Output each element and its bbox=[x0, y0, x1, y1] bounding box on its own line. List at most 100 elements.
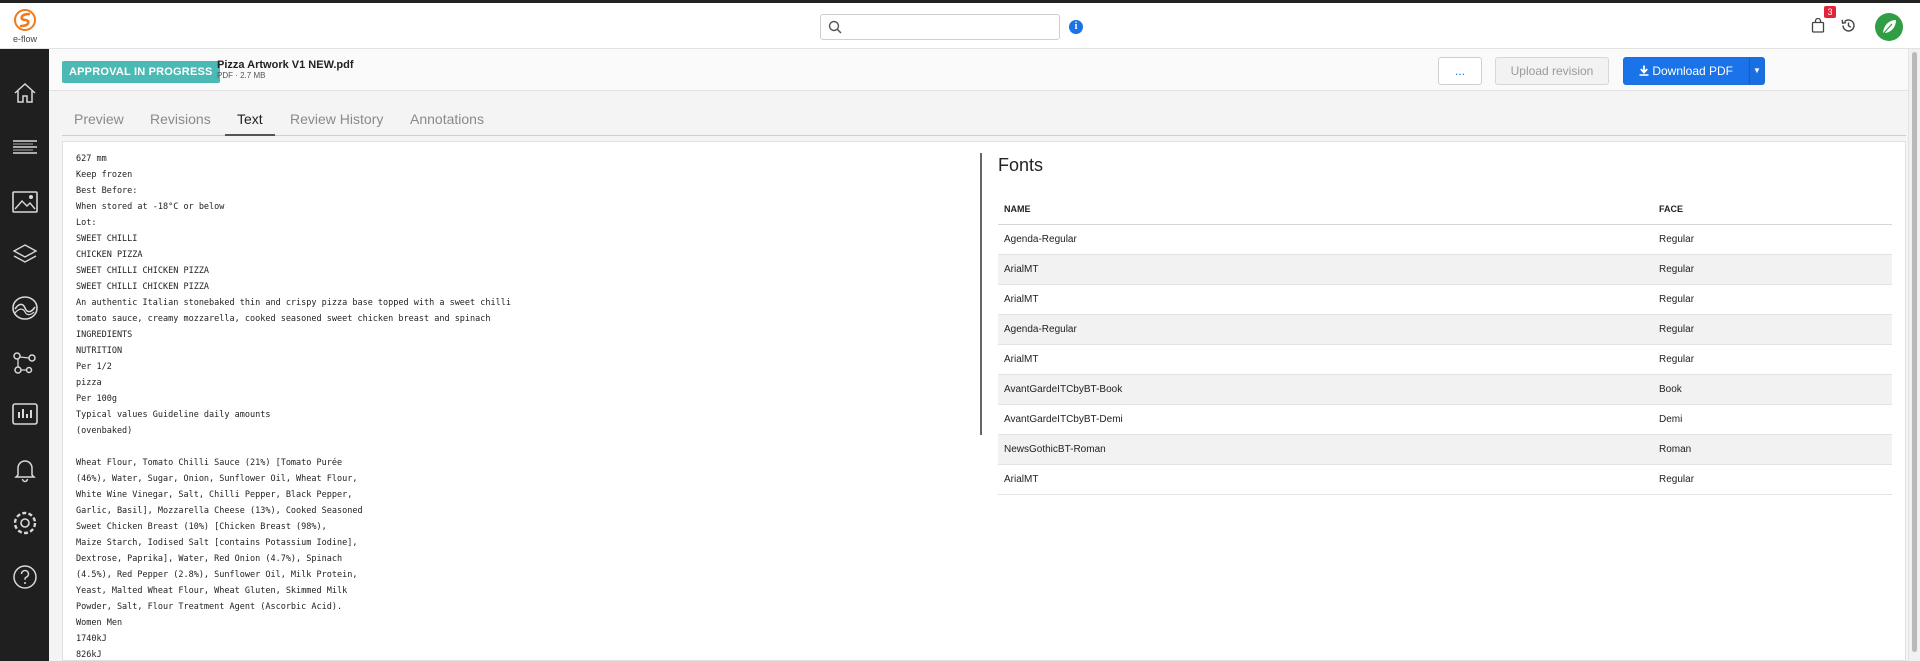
search-input[interactable] bbox=[849, 18, 1054, 36]
tab-preview[interactable]: Preview bbox=[74, 104, 124, 136]
cart-count-badge: 3 bbox=[1824, 6, 1836, 18]
font-face-cell: Regular bbox=[1653, 314, 1892, 345]
sidebar-item-tasks[interactable] bbox=[0, 127, 49, 167]
text-line: Dextrose, Paprika], Water, Red Onion (4.… bbox=[76, 554, 343, 564]
sidebar-item-artwork[interactable] bbox=[0, 182, 49, 222]
text-line: (ovenbaked) bbox=[76, 426, 133, 436]
font-name-cell: AvantGardeITCbyBT-Demi bbox=[998, 404, 1653, 435]
layers-icon bbox=[12, 244, 37, 263]
font-face-cell: Book bbox=[1653, 374, 1892, 405]
history-icon[interactable] bbox=[1840, 17, 1857, 34]
font-name-cell: ArialMT bbox=[998, 464, 1653, 495]
font-name-cell: Agenda-Regular bbox=[998, 224, 1653, 255]
sidebar-item-help[interactable] bbox=[0, 557, 49, 597]
text-line: SWEET CHILLI CHICKEN PIZZA bbox=[76, 282, 210, 292]
text-line: (46%), Water, Sugar, Onion, Sunflower Oi… bbox=[76, 474, 358, 484]
text-line: 1740kJ bbox=[76, 634, 107, 644]
table-row: ArialMT Regular bbox=[998, 344, 1892, 375]
font-face-cell: Demi bbox=[1653, 404, 1892, 435]
reports-icon bbox=[11, 403, 38, 425]
text-line: Maize Starch, Iodised Salt [contains Pot… bbox=[76, 538, 358, 548]
sidebar-item-notifications[interactable] bbox=[0, 450, 49, 490]
more-actions-button[interactable]: ... bbox=[1438, 57, 1482, 85]
table-row: Agenda-Regular Regular bbox=[998, 224, 1892, 255]
tab-revisions[interactable]: Revisions bbox=[150, 104, 211, 136]
panel-divider bbox=[980, 153, 982, 435]
text-line: tomato sauce, creamy mozzarella, cooked … bbox=[76, 314, 491, 324]
leaf-icon bbox=[1882, 20, 1896, 35]
tab-review-history[interactable]: Review History bbox=[290, 104, 383, 136]
e-flow-logo-icon bbox=[14, 9, 36, 31]
text-line: Women Men bbox=[76, 618, 123, 628]
text-line: SWEET CHILLI bbox=[76, 234, 138, 244]
fonts-heading: Fonts bbox=[998, 155, 1044, 175]
download-pdf-button[interactable]: Download PDF bbox=[1623, 57, 1749, 85]
status-badge: APPROVAL IN PROGRESS bbox=[62, 61, 220, 83]
app-logo[interactable]: e-flow bbox=[9, 9, 41, 44]
home-icon bbox=[13, 82, 36, 103]
text-line: Per 1/2 bbox=[76, 362, 112, 372]
font-face-cell: Regular bbox=[1653, 254, 1892, 285]
text-line: Sweet Chicken Breast (10%) [Chicken Brea… bbox=[76, 522, 327, 532]
table-row: Agenda-Regular Regular bbox=[998, 314, 1892, 345]
download-icon bbox=[1639, 65, 1649, 76]
text-line: 627 mm bbox=[76, 154, 107, 164]
search-icon bbox=[828, 20, 842, 34]
text-line: Garlic, Basil], Mozzarella Cheese (13%),… bbox=[76, 506, 363, 516]
sidebar-item-home[interactable] bbox=[0, 73, 49, 113]
table-row: AvantGardeITCbyBT-Book Book bbox=[998, 374, 1892, 405]
text-line: Yeast, Malted Wheat Flour, Wheat Gluten,… bbox=[76, 586, 348, 596]
text-line: Keep frozen bbox=[76, 170, 133, 180]
font-name-cell: ArialMT bbox=[998, 254, 1653, 285]
download-pdf-label: Download PDF bbox=[1652, 64, 1734, 78]
sidebar-item-reports[interactable] bbox=[0, 394, 49, 434]
font-face-cell: Regular bbox=[1653, 224, 1892, 255]
text-line: 826kJ bbox=[76, 650, 102, 660]
search-box[interactable] bbox=[820, 14, 1060, 40]
text-line bbox=[76, 439, 976, 455]
upload-revision-button[interactable]: Upload revision bbox=[1495, 57, 1609, 85]
fonts-table: NAME FACE Agenda-Regular Regular ArialMT Re… bbox=[998, 194, 1892, 495]
text-line: Lot: bbox=[76, 218, 97, 228]
artwork-icon bbox=[11, 191, 38, 213]
scrollbar-thumb[interactable] bbox=[1912, 52, 1917, 652]
table-row: ArialMT Regular bbox=[998, 464, 1892, 495]
brand-icon bbox=[11, 296, 38, 320]
text-line: Per 100g bbox=[76, 394, 117, 404]
sidebar-item-settings[interactable] bbox=[0, 503, 49, 543]
text-line: Powder, Salt, Flour Treatment Agent (Asc… bbox=[76, 602, 343, 612]
text-line: SWEET CHILLI CHICKEN PIZZA bbox=[76, 266, 210, 276]
font-name-cell: AvantGardeITCbyBT-Book bbox=[998, 374, 1653, 405]
text-line: (4.5%), Red Pepper (2.8%), Sunflower Oil… bbox=[76, 570, 358, 580]
font-face-cell: Regular bbox=[1653, 284, 1892, 315]
sidebar-item-workflow[interactable] bbox=[0, 343, 49, 383]
list-icon bbox=[12, 140, 37, 154]
shopping-bag-icon[interactable] bbox=[1811, 18, 1825, 33]
logo-text: e-flow bbox=[12, 34, 37, 44]
sidebar-item-layers[interactable] bbox=[0, 234, 49, 274]
text-line: NUTRITION bbox=[76, 346, 123, 356]
text-line: Typical values Guideline daily amounts bbox=[76, 410, 271, 420]
text-line: INGREDIENTS bbox=[76, 330, 133, 340]
tab-text[interactable]: Text bbox=[225, 104, 275, 136]
settings-icon bbox=[13, 511, 36, 535]
font-face-cell: Roman bbox=[1653, 434, 1892, 465]
text-line: Best Before: bbox=[76, 186, 138, 196]
workflow-icon bbox=[12, 352, 36, 374]
text-line: An authentic Italian stonebaked thin and… bbox=[76, 298, 511, 308]
font-face-cell: Regular bbox=[1653, 464, 1892, 495]
chevron-down-icon: ▼ bbox=[1753, 66, 1761, 75]
sidebar-item-brand[interactable] bbox=[0, 288, 49, 328]
download-options-dropdown[interactable]: ▼ bbox=[1749, 57, 1765, 85]
info-icon[interactable]: i bbox=[1069, 20, 1083, 34]
text-line: Wheat Flour, Tomato Chilli Sauce (21%) [… bbox=[76, 458, 343, 468]
tab-annotations[interactable]: Annotations bbox=[410, 104, 484, 136]
bell-icon bbox=[13, 460, 36, 483]
text-line: White Wine Vinegar, Salt, Chilli Pepper,… bbox=[76, 490, 353, 500]
font-face-cell: Regular bbox=[1653, 344, 1892, 375]
file-meta: PDF · 2.7 MB bbox=[217, 71, 266, 80]
user-avatar[interactable] bbox=[1875, 13, 1903, 41]
file-name: Pizza Artwork V1 NEW.pdf bbox=[217, 59, 354, 71]
font-name-cell: ArialMT bbox=[998, 344, 1653, 375]
table-row: AvantGardeITCbyBT-Demi Demi bbox=[998, 404, 1892, 435]
